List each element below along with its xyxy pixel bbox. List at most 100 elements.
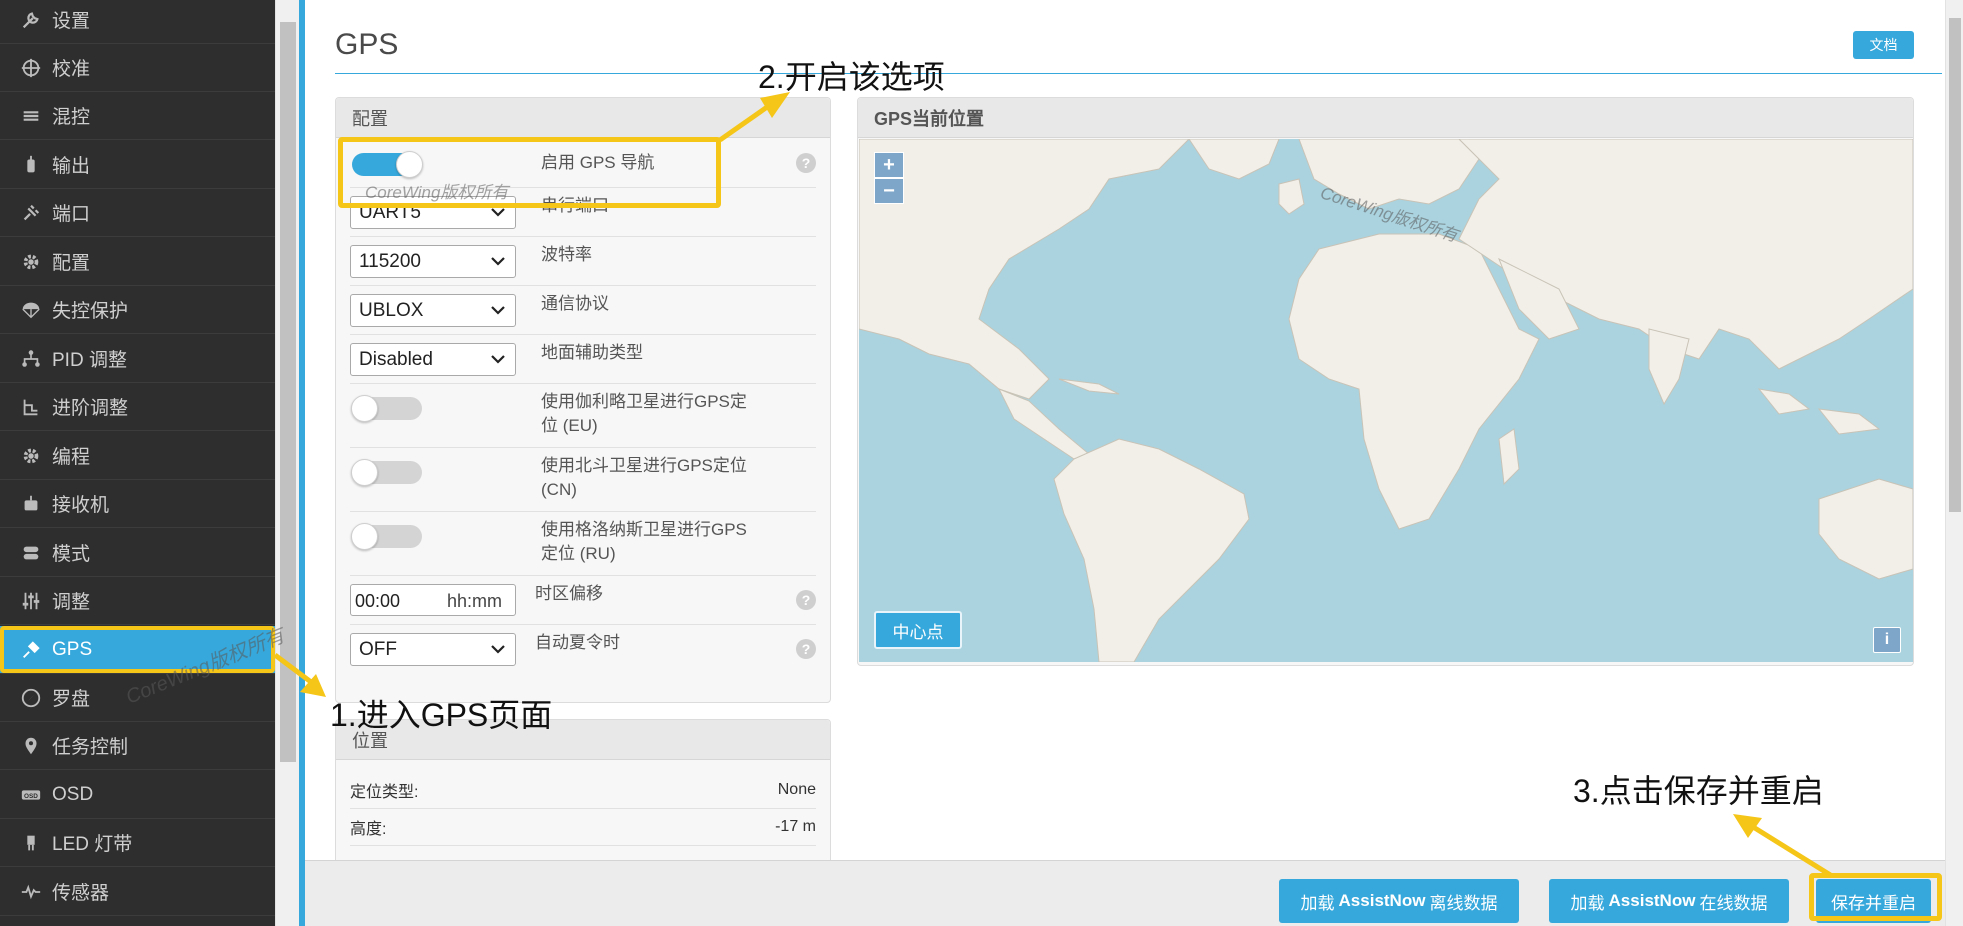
chevron-down-icon — [491, 306, 505, 315]
wrench-icon — [18, 7, 44, 33]
ground-assist-row: Disabled 地面辅助类型 — [350, 335, 816, 384]
offline-btn-suffix: 离线数据 — [1429, 893, 1498, 913]
toggle-knob — [351, 395, 378, 422]
sidebar-item-cog[interactable]: 编程 — [0, 432, 275, 480]
sidebar-item-led[interactable]: LED 灯带 — [0, 819, 275, 867]
baud-value: 115200 — [359, 250, 421, 272]
pulse-icon — [18, 879, 44, 905]
receiver-icon — [18, 491, 44, 517]
config-panel: 配置 启用 GPS 导航 ? UART5 串行端口 115200 波特率 UBL… — [335, 97, 831, 703]
documentation-button[interactable]: 文档 — [1853, 31, 1914, 59]
glonass-label-line2: 定位 (RU) — [541, 544, 616, 563]
sliders-icon — [18, 588, 44, 614]
load-assistnow-offline-button[interactable]: 加载 AssistNow 离线数据 — [1279, 879, 1519, 923]
beidou-label-line1: 使用北斗卫星进行GPS定位 — [541, 456, 747, 475]
glonass-toggle[interactable] — [351, 523, 422, 550]
gps-nav-toggle[interactable] — [352, 151, 423, 178]
page-title: GPS — [335, 28, 399, 61]
app-root: 设置 校准 混控 输出 端口 配置 失控保护 PID 调整 进阶调整 编程 接收机 模式 调整 GPS 罗盘… — [0, 0, 1963, 926]
protocol-label: 通信协议 — [541, 294, 609, 313]
load-assistnow-online-button[interactable]: 加载 AssistNow 在线数据 — [1549, 879, 1789, 923]
parachute-icon — [18, 297, 44, 323]
beidou-toggle[interactable] — [351, 459, 422, 486]
galileo-toggle[interactable] — [351, 395, 422, 422]
sidebar-item-label: PID 调整 — [52, 350, 127, 371]
motor-icon — [18, 152, 44, 178]
position-panel: 位置 定位类型: None 高度: -17 m — [335, 719, 831, 869]
timezone-input[interactable]: 00:00 hh:mm — [350, 584, 516, 616]
sidebar-scrollbar-thumb[interactable] — [280, 22, 296, 762]
sidebar-item-label: 进阶调整 — [52, 398, 129, 419]
sidebar-item-label: 输出 — [52, 156, 91, 177]
sidebar-item-compass[interactable]: 罗盘 — [0, 674, 275, 722]
sidebar: 设置校准 混控输出端口 配置 失控保护 PID 调整 进阶调整编程接收机模式调整 GPS 罗盘… — [0, 0, 275, 926]
ground-assist-select[interactable]: Disabled — [350, 343, 516, 376]
sidebar-item-label: 传感器 — [52, 883, 110, 904]
sidebar-item-receiver[interactable]: 接收机 — [0, 480, 275, 528]
help-icon[interactable]: ? — [796, 153, 816, 173]
step3-annotation: 3.点击保存并重启 — [1573, 773, 1824, 809]
galileo-label: 使用伽利略卫星进行GPS定 位 (EU) — [541, 390, 747, 438]
sidebar-scrollbar[interactable] — [275, 0, 299, 926]
center-map-button[interactable]: 中心点 — [874, 611, 962, 649]
fix-type-label: 定位类型: — [350, 784, 419, 801]
dst-select[interactable]: OFF — [350, 633, 516, 666]
mixer-icon — [18, 103, 44, 129]
crosshair-icon — [18, 55, 44, 81]
beidou-row: 使用北斗卫星进行GPS定位 (CN) — [350, 448, 816, 512]
sidebar-item-crosshair[interactable]: 校准 — [0, 44, 275, 92]
sidebar-item-label: 设置 — [52, 11, 91, 32]
help-icon[interactable]: ? — [796, 590, 816, 610]
toggle-knob — [351, 523, 378, 550]
page-scrollbar-thumb[interactable] — [1949, 18, 1961, 512]
gps-nav-row: 启用 GPS 导航 ? — [350, 139, 816, 188]
sidebar-item-mixer[interactable]: 混控 — [0, 92, 275, 140]
sidebar-item-wrench[interactable]: 设置 — [0, 0, 275, 44]
map-info-button[interactable]: i — [1873, 627, 1901, 653]
zoom-in-button[interactable]: + — [874, 152, 904, 178]
gear-icon — [18, 249, 44, 275]
beidou-label-line2: (CN) — [541, 480, 577, 499]
sidebar-item-satellite[interactable]: GPS — [0, 626, 275, 674]
title-divider — [335, 73, 1942, 74]
sidebar-item-label: 编程 — [52, 447, 91, 468]
ground-assist-label: 地面辅助类型 — [541, 343, 643, 362]
sidebar-item-plug[interactable]: 端口 — [0, 189, 275, 237]
sidebar-item-osd[interactable]: OSD OSD — [0, 771, 275, 819]
altitude-label: 高度: — [350, 821, 387, 838]
zoom-out-button[interactable]: − — [874, 178, 904, 204]
config-panel-header: 配置 — [336, 98, 830, 138]
page-scrollbar[interactable] — [1945, 0, 1963, 926]
serial-port-label: 串行端口 — [541, 196, 609, 215]
sidebar-item-motor[interactable]: 输出 — [0, 141, 275, 189]
beidou-label: 使用北斗卫星进行GPS定位 (CN) — [541, 454, 747, 502]
sidebar-item-pulse[interactable]: 传感器 — [0, 868, 275, 916]
help-icon[interactable]: ? — [796, 639, 816, 659]
serial-port-select[interactable]: UART5 — [350, 196, 516, 229]
baud-select[interactable]: 115200 — [350, 245, 516, 278]
galileo-label-line1: 使用伽利略卫星进行GPS定 — [541, 392, 747, 411]
sidebar-item-sliders[interactable]: 调整 — [0, 577, 275, 625]
chevron-down-icon — [491, 645, 505, 654]
sidebar-item-parachute[interactable]: 失控保护 — [0, 286, 275, 334]
fix-type-value: None — [777, 781, 816, 798]
sidebar-item-label: 模式 — [52, 544, 91, 565]
footer-toolbar: 加载 AssistNow 离线数据 加载 AssistNow 在线数据 保存并重启 — [305, 860, 1945, 926]
online-btn-bold: AssistNow — [1608, 891, 1696, 910]
online-btn-prefix: 加载 — [1570, 893, 1605, 913]
offline-btn-prefix: 加载 — [1300, 893, 1335, 913]
sidebar-item-gear[interactable]: 配置 — [0, 238, 275, 286]
sidebar-item-map-pin[interactable]: 任务控制 — [0, 722, 275, 770]
save-and-reboot-button[interactable]: 保存并重启 — [1816, 879, 1931, 923]
sidebar-item-advanced-tuning[interactable]: 进阶调整 — [0, 383, 275, 431]
gps-nav-label: 启用 GPS 导航 — [541, 153, 655, 172]
gps-map[interactable]: + − 中心点 i — [859, 139, 1913, 662]
online-btn-suffix: 在线数据 — [1699, 893, 1768, 913]
osd-icon: OSD — [18, 782, 44, 808]
sidebar-item-pid[interactable]: PID 调整 — [0, 335, 275, 383]
protocol-select[interactable]: UBLOX — [350, 294, 516, 327]
protocol-value: UBLOX — [359, 299, 424, 321]
chevron-down-icon — [491, 355, 505, 364]
map-panel: GPS当前位置 + − 中心点 i — [857, 97, 1914, 666]
sidebar-item-switch[interactable]: 模式 — [0, 529, 275, 577]
